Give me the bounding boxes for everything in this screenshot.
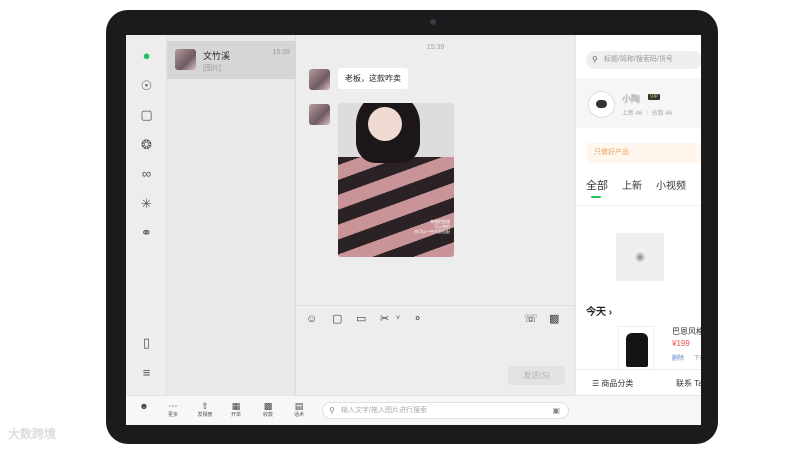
menu-icon[interactable]: ≡ bbox=[138, 364, 155, 381]
image-message[interactable]: 单独拍链接 可以单拍 也可以一件代发搭配 bbox=[338, 103, 454, 257]
search-icon: ⚲ bbox=[329, 406, 335, 415]
talk-icon: ▤ bbox=[294, 401, 304, 411]
bottom-item-share[interactable]: ⇧ 发相册 bbox=[193, 401, 217, 419]
product-name[interactable]: 巴恩风格 bbox=[672, 326, 701, 337]
photo-caption: 单独拍链接 可以单拍 也可以一件代发搭配 bbox=[398, 219, 450, 234]
conversation-name: 文竹溪 bbox=[203, 51, 231, 61]
conversation-list: 文竹溪 15:39 [图片] bbox=[167, 35, 296, 395]
bottom-item-collect[interactable]: ▩ 收款 bbox=[256, 401, 280, 419]
category-button[interactable]: ☰ 商品分类 bbox=[592, 378, 633, 389]
bottom-item-label: 更多 bbox=[167, 412, 178, 418]
more-icon: ⋯ bbox=[168, 401, 178, 411]
aperture-icon[interactable]: ❂ bbox=[138, 136, 155, 153]
bottom-item-more[interactable]: ⋯ 更多 bbox=[161, 401, 185, 419]
app-window: ● ☉ ▢ ❂ ∞ ✳ ⚭ ▯ ≡ 文竹溪 15:39 [图片] 15:39 老… bbox=[126, 35, 701, 425]
photo-caption-line: 也可以一件代发搭配 bbox=[414, 229, 450, 234]
image-icon[interactable]: ▣ bbox=[552, 403, 560, 418]
bottom-item-label: 话术 bbox=[293, 412, 304, 418]
search-input[interactable]: ⚲ 输入文字/拖入图片进行搜索 ▣ bbox=[322, 402, 569, 419]
watermark: 大数跨境 bbox=[8, 427, 57, 441]
contacts-icon[interactable]: ☉ bbox=[138, 77, 155, 94]
package-icon[interactable]: ▢ bbox=[332, 313, 342, 325]
download-button[interactable]: 下载 bbox=[694, 356, 701, 362]
shop-banner: 小陶 VIP 上新 46 ｜ 总数 46 bbox=[576, 78, 701, 128]
box-icon[interactable]: ▢ bbox=[138, 106, 155, 123]
sender-avatar[interactable] bbox=[309, 69, 330, 90]
shop-slogan: 只做好产品 bbox=[586, 143, 701, 163]
send-button[interactable]: 发送(S) bbox=[508, 366, 565, 385]
call-icon[interactable]: ☏ bbox=[524, 313, 538, 325]
tab-new[interactable]: 上新 bbox=[622, 177, 642, 192]
search-placeholder: 标题/简称/搜索码/货号 bbox=[604, 56, 673, 63]
store-panel: ⚲ 标题/简称/搜索码/货号 小陶 VIP 上新 46 ｜ 总数 46 只做好产… bbox=[575, 35, 701, 395]
delete-button[interactable]: 删除 bbox=[672, 356, 684, 362]
tab-all[interactable]: 全部 bbox=[586, 177, 608, 193]
phone-icon[interactable]: ▯ bbox=[138, 334, 155, 351]
link-icon[interactable]: ⚭ bbox=[138, 224, 155, 241]
search-icon: ⚲ bbox=[592, 55, 598, 64]
conversation-preview: [图片] bbox=[203, 65, 221, 72]
webcam bbox=[430, 19, 436, 25]
bottom-toolbar: ☻ ⋯ 更多 ⇧ 发相册 ▦ 开单 ▩ 收款 ▤ 话术 ⚲ 输入文字/拖入图片进… bbox=[126, 395, 701, 425]
conversation-item[interactable]: 文竹溪 15:39 [图片] bbox=[167, 41, 296, 79]
product-actions: 删除 下载 bbox=[672, 353, 701, 362]
sender-avatar[interactable] bbox=[309, 104, 330, 125]
input-placeholder: 输入文字/拖入图片进行搜索 bbox=[341, 407, 427, 414]
active-tab-indicator bbox=[591, 196, 601, 198]
photo-placeholder[interactable]: ◉ bbox=[616, 233, 664, 281]
shop-name: 小陶 bbox=[622, 94, 641, 104]
butterfly-icon[interactable]: ∞ bbox=[138, 165, 155, 182]
product-price: ¥199 bbox=[672, 339, 690, 348]
photo-sweater bbox=[338, 157, 454, 257]
today-section-title: 今天 › bbox=[586, 307, 613, 318]
vip-badge: VIP bbox=[648, 94, 661, 100]
bottom-item-label: 发相册 bbox=[197, 412, 213, 418]
bottom-item-label: 开单 bbox=[230, 412, 241, 418]
conversation-time: 15:39 bbox=[272, 49, 290, 56]
bottom-item-order[interactable]: ▦ 开单 bbox=[224, 401, 248, 419]
chat-icon[interactable]: ● bbox=[138, 47, 155, 64]
bottom-item-talk[interactable]: ▤ 话术 bbox=[287, 401, 311, 419]
store-search-input[interactable]: ⚲ 标题/简称/搜索码/货号 bbox=[586, 51, 701, 69]
share-icon: ⇧ bbox=[201, 401, 209, 411]
order-icon: ▦ bbox=[231, 401, 241, 411]
bottom-item-label: 收款 bbox=[262, 412, 273, 418]
shop-stats: 上新 46 ｜ 总数 46 bbox=[622, 111, 673, 117]
bot-avatar-icon[interactable]: ☻ bbox=[132, 401, 156, 412]
text-message[interactable]: 老板，这款咋卖 bbox=[338, 68, 408, 89]
avatar bbox=[175, 49, 196, 70]
qr-icon: ▩ bbox=[263, 401, 273, 411]
chevron-down-icon[interactable]: ˅ bbox=[396, 313, 400, 325]
comment-icon[interactable]: ⚬ bbox=[413, 313, 422, 325]
chat-pane: 15:39 老板，这款咋卖 单独拍链接 可以单拍 也可以一件代发搭配 ☺ ▢ ▭… bbox=[296, 35, 575, 395]
emoji-icon[interactable]: ☺ bbox=[306, 313, 317, 325]
video-icon[interactable]: ▩ bbox=[549, 313, 559, 325]
tab-videos[interactable]: 小视频 bbox=[656, 177, 686, 192]
camera-icon: ◉ bbox=[635, 251, 645, 263]
store-tabs: 全部 上新 小视频 bbox=[576, 177, 701, 198]
divider bbox=[576, 205, 701, 206]
contact-button[interactable]: 联系 Ta bbox=[676, 378, 701, 389]
message-timestamp: 15:39 bbox=[426, 44, 445, 51]
scissors-icon[interactable]: ✂ bbox=[380, 313, 389, 325]
photo-face bbox=[368, 107, 402, 141]
spark-icon[interactable]: ✳ bbox=[138, 195, 155, 212]
nav-rail: ● ☉ ▢ ❂ ∞ ✳ ⚭ ▯ ≡ bbox=[126, 35, 167, 395]
product-thumbnail[interactable] bbox=[618, 326, 654, 370]
folder-icon[interactable]: ▭ bbox=[356, 313, 366, 325]
store-bottom-bar: ☰ 商品分类 联系 Ta bbox=[576, 369, 701, 395]
shop-logo bbox=[588, 91, 615, 118]
